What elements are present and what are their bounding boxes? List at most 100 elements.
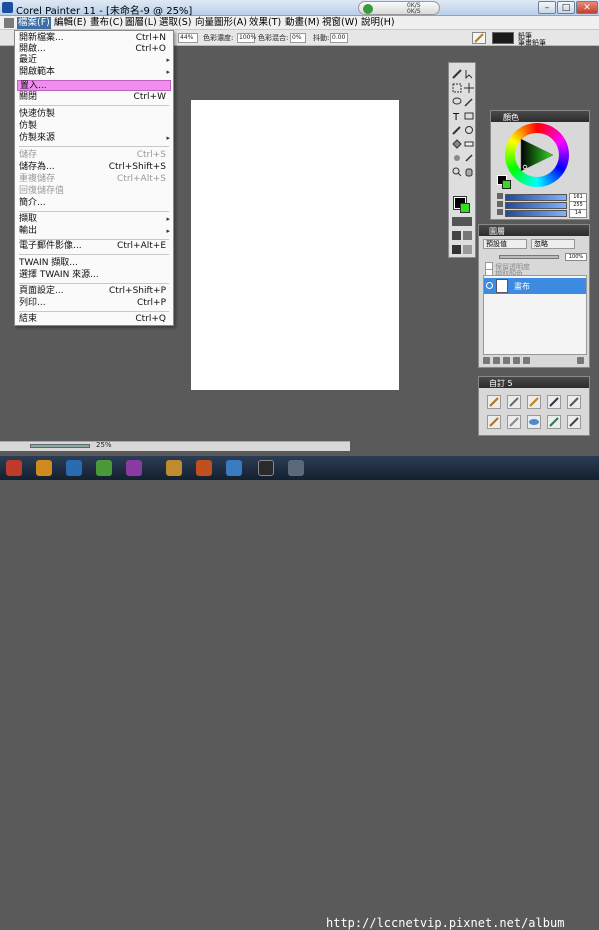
menu-item-acquire[interactable]: 擷取 ▸ xyxy=(17,214,171,225)
menu-item-place[interactable]: 置入... xyxy=(17,80,171,91)
taskbar-app-1-icon[interactable] xyxy=(6,460,22,476)
taskbar-app-2-icon[interactable] xyxy=(36,460,52,476)
taskbar-app-6-icon[interactable] xyxy=(166,460,182,476)
lasso-icon[interactable] xyxy=(452,97,462,107)
menu-effects[interactable]: 效果(T) xyxy=(248,17,282,29)
rotate-icon[interactable] xyxy=(464,125,474,135)
menu-item-twain-source[interactable]: 選擇 TWAIN 來源... xyxy=(17,270,171,281)
dropper-icon[interactable] xyxy=(452,125,462,135)
red-channel-row[interactable]: 161 xyxy=(497,193,587,202)
green-channel-row[interactable]: 255 xyxy=(497,201,587,210)
menu-item-open[interactable]: 開啟... Ctrl+O xyxy=(17,44,171,55)
menu-file[interactable]: 檔案(F) xyxy=(17,17,51,29)
custom-brush-6-icon[interactable] xyxy=(487,415,501,429)
move-icon[interactable] xyxy=(464,83,474,93)
layers-panel-header[interactable]: 圖層 xyxy=(479,225,589,236)
grabber-icon[interactable] xyxy=(452,153,462,163)
menu-item-clone-source[interactable]: 仿製來源 ▸ xyxy=(17,133,171,144)
dynamic-plugins-icon[interactable] xyxy=(493,357,500,364)
color-panel-header[interactable]: 顏色 xyxy=(491,111,589,122)
drawing-canvas[interactable] xyxy=(191,100,399,390)
custom-brush-4-icon[interactable] xyxy=(547,395,561,409)
menu-select[interactable]: 選取(S) xyxy=(158,17,192,29)
maximize-button[interactable]: □ xyxy=(557,1,575,14)
menu-item-close[interactable]: 關閉 Ctrl+W xyxy=(17,92,171,103)
menu-item-recent[interactable]: 最近 ▸ xyxy=(17,55,171,66)
layer-row-canvas[interactable]: 畫布 xyxy=(484,278,586,294)
blue-channel-value[interactable]: 14 xyxy=(569,209,587,218)
red-channel-slider[interactable] xyxy=(505,194,567,201)
visibility-eye-icon[interactable] xyxy=(486,282,493,289)
opacity-value[interactable]: 100% xyxy=(565,253,587,261)
brush-tool-icon[interactable] xyxy=(452,69,462,79)
color-concentration-field[interactable]: 100% xyxy=(237,33,256,43)
menu-item-clone[interactable]: 仿製 xyxy=(17,121,171,132)
taskbar-app-8-icon[interactable] xyxy=(226,460,242,476)
magnifier-icon[interactable] xyxy=(452,167,462,177)
menu-item-quit[interactable]: 結束 Ctrl+Q xyxy=(17,314,171,325)
jitter-field[interactable]: 0.00 xyxy=(330,33,348,43)
gradient-selector-icon[interactable] xyxy=(452,231,461,240)
color-blend-field[interactable]: 0% xyxy=(290,33,306,43)
menu-item-new[interactable]: 開新檔案... Ctrl+N xyxy=(17,33,171,44)
taskbar-app-3-icon[interactable] xyxy=(66,460,82,476)
custom-brush-3-icon[interactable] xyxy=(527,395,541,409)
brush-variant[interactable]: 筆畫鉛筆 xyxy=(518,38,546,48)
blue-channel-slider[interactable] xyxy=(505,210,567,217)
rectangular-selection-icon[interactable] xyxy=(452,83,462,93)
hand-icon[interactable] xyxy=(464,167,474,177)
menu-item-export[interactable]: 輸出 ▸ xyxy=(17,226,171,237)
magic-wand-icon[interactable] xyxy=(464,97,474,107)
selection-adjuster-icon[interactable] xyxy=(464,69,474,79)
trash-icon[interactable] xyxy=(577,357,584,364)
opacity-slider[interactable] xyxy=(499,255,559,259)
close-button[interactable]: ✕ xyxy=(576,1,598,14)
menu-shapes[interactable]: 向量圖形(A) xyxy=(194,17,248,29)
custom-brush-5-icon[interactable] xyxy=(567,395,581,409)
composite-depth-select[interactable]: 忽略 xyxy=(531,239,575,249)
menu-item-twain-acquire[interactable]: TWAIN 擷取... xyxy=(17,258,171,269)
saturation-value-area[interactable] xyxy=(515,133,559,177)
brush-stroke-preview[interactable] xyxy=(492,32,514,44)
document-icon[interactable] xyxy=(4,18,14,28)
look-selector-icon[interactable] xyxy=(463,245,472,254)
menu-item-save-as[interactable]: 儲存為... Ctrl+Shift+S xyxy=(17,162,171,173)
paint-bucket-icon[interactable] xyxy=(452,139,462,149)
shape-icon[interactable] xyxy=(464,111,474,121)
menu-movie[interactable]: 動畫(M) xyxy=(284,17,321,29)
taskbar-app-10-icon[interactable] xyxy=(288,460,304,476)
color-panel-additional-swatch[interactable] xyxy=(502,180,511,189)
menu-help[interactable]: 說明(H) xyxy=(360,17,396,29)
layer-commands-icon[interactable] xyxy=(483,357,490,364)
pattern-selector-icon[interactable] xyxy=(463,231,472,240)
menu-layers[interactable]: 圖層(L) xyxy=(124,17,158,29)
menu-item-open-template[interactable]: 開啟範本 ▸ xyxy=(17,67,171,78)
custom-brush-1-icon[interactable] xyxy=(487,395,501,409)
pen-icon[interactable] xyxy=(464,153,474,163)
taskbar-app-7-icon[interactable] xyxy=(196,460,212,476)
menu-item-get-info[interactable]: 簡介... xyxy=(17,198,171,209)
text-icon[interactable]: T xyxy=(452,111,462,121)
menu-item-email-image[interactable]: 電子郵件影像... Ctrl+Alt+E xyxy=(17,241,171,252)
custom-brush-9-icon[interactable] xyxy=(547,415,561,429)
additional-color-swatch[interactable] xyxy=(460,203,470,213)
blue-channel-row[interactable]: 14 xyxy=(497,209,587,218)
menu-item-print[interactable]: 列印... Ctrl+P xyxy=(17,298,171,309)
eraser-icon[interactable] xyxy=(464,139,474,149)
brush-size-field[interactable]: 44% xyxy=(178,33,198,43)
zoom-level[interactable]: 25% xyxy=(96,441,112,449)
custom-brush-2-icon[interactable] xyxy=(507,395,521,409)
taskbar-app-5-icon[interactable] xyxy=(126,460,142,476)
menu-item-page-setup[interactable]: 頁面設定... Ctrl+Shift+P xyxy=(17,286,171,297)
menu-edit[interactable]: 編輯(E) xyxy=(53,17,87,29)
zoom-slider[interactable] xyxy=(30,444,90,448)
custom-brush-10-icon[interactable] xyxy=(567,415,581,429)
custom-palette-header[interactable]: 自訂 5 xyxy=(479,377,589,388)
nozzle-selector-icon[interactable] xyxy=(452,245,461,254)
custom-brush-7-icon[interactable] xyxy=(507,415,521,429)
custom-brush-8-icon[interactable] xyxy=(527,415,541,429)
green-channel-slider[interactable] xyxy=(505,202,567,209)
paper-selector-icon[interactable] xyxy=(452,217,472,226)
menu-item-quick-clone[interactable]: 快速仿製 xyxy=(17,109,171,120)
hue-ring[interactable] xyxy=(505,123,569,187)
